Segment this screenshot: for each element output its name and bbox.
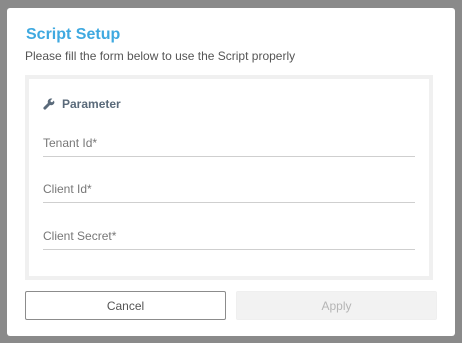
script-setup-dialog: Script Setup Please fill the form below … (7, 8, 455, 336)
client-id-input[interactable] (43, 177, 415, 201)
parameter-panel: Parameter (25, 75, 433, 280)
client-secret-input[interactable] (43, 224, 415, 248)
dialog-title: Script Setup (26, 26, 121, 43)
client-secret-field (43, 224, 415, 250)
parameter-panel-inner: Parameter (29, 79, 429, 276)
parameter-heading: Parameter (43, 97, 121, 111)
cancel-button[interactable]: Cancel (25, 291, 226, 320)
parameter-heading-label: Parameter (62, 97, 121, 111)
tenant-id-field (43, 131, 415, 157)
dialog-subtitle: Please fill the form below to use the Sc… (25, 49, 296, 63)
wrench-icon (43, 98, 55, 110)
tenant-id-input[interactable] (43, 131, 415, 155)
client-id-field (43, 177, 415, 203)
apply-button[interactable]: Apply (236, 291, 437, 320)
